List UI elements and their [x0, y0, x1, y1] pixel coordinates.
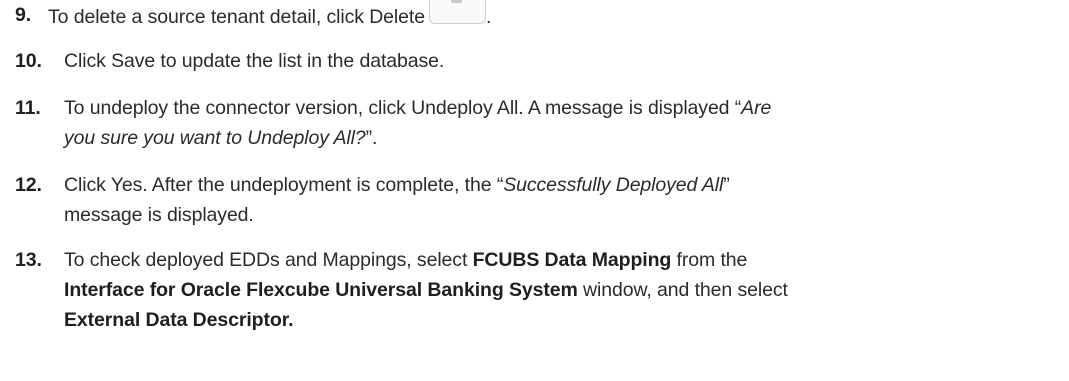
- delete-button-frame: [428, 0, 486, 24]
- document-page: 9. To delete a source tenant detail, cli…: [0, 0, 1069, 381]
- step-text: To delete a source tenant detail, click …: [48, 0, 1055, 32]
- ui-term-fcubs-data-mapping: FCUBS Data Mapping: [472, 249, 672, 271]
- ui-term-interface-window: Interface for Oracle Flexcube Universal …: [64, 279, 578, 301]
- delete-button[interactable]: [428, 0, 486, 30]
- step-10: 10. Click Save to update the list in the…: [15, 46, 1055, 76]
- ui-term-external-data-descriptor: External Data Descriptor.: [64, 309, 294, 331]
- step-11: 11. To undeploy the connector version, c…: [15, 93, 1055, 153]
- step-12: 12. Click Yes. After the undeployment is…: [15, 170, 1055, 230]
- step-text: Click Save to update the list in the dat…: [64, 50, 445, 72]
- step-13: 13. To check deployed EDDs and Mappings,…: [15, 245, 1055, 335]
- step-text: To undeploy the connector version, click…: [64, 97, 772, 149]
- step-number: 10.: [15, 50, 42, 72]
- step-number: 9.: [15, 4, 32, 26]
- step-number: 11.: [15, 97, 41, 119]
- step-9: 9. To delete a source tenant detail, cli…: [15, 0, 1055, 32]
- step-number: 13.: [15, 249, 42, 271]
- step-text: Click Yes. After the undeployment is com…: [64, 174, 730, 226]
- trash-icon: [450, 0, 462, 3]
- step-text: To check deployed EDDs and Mappings, sel…: [64, 249, 788, 331]
- step-number: 12.: [15, 174, 42, 196]
